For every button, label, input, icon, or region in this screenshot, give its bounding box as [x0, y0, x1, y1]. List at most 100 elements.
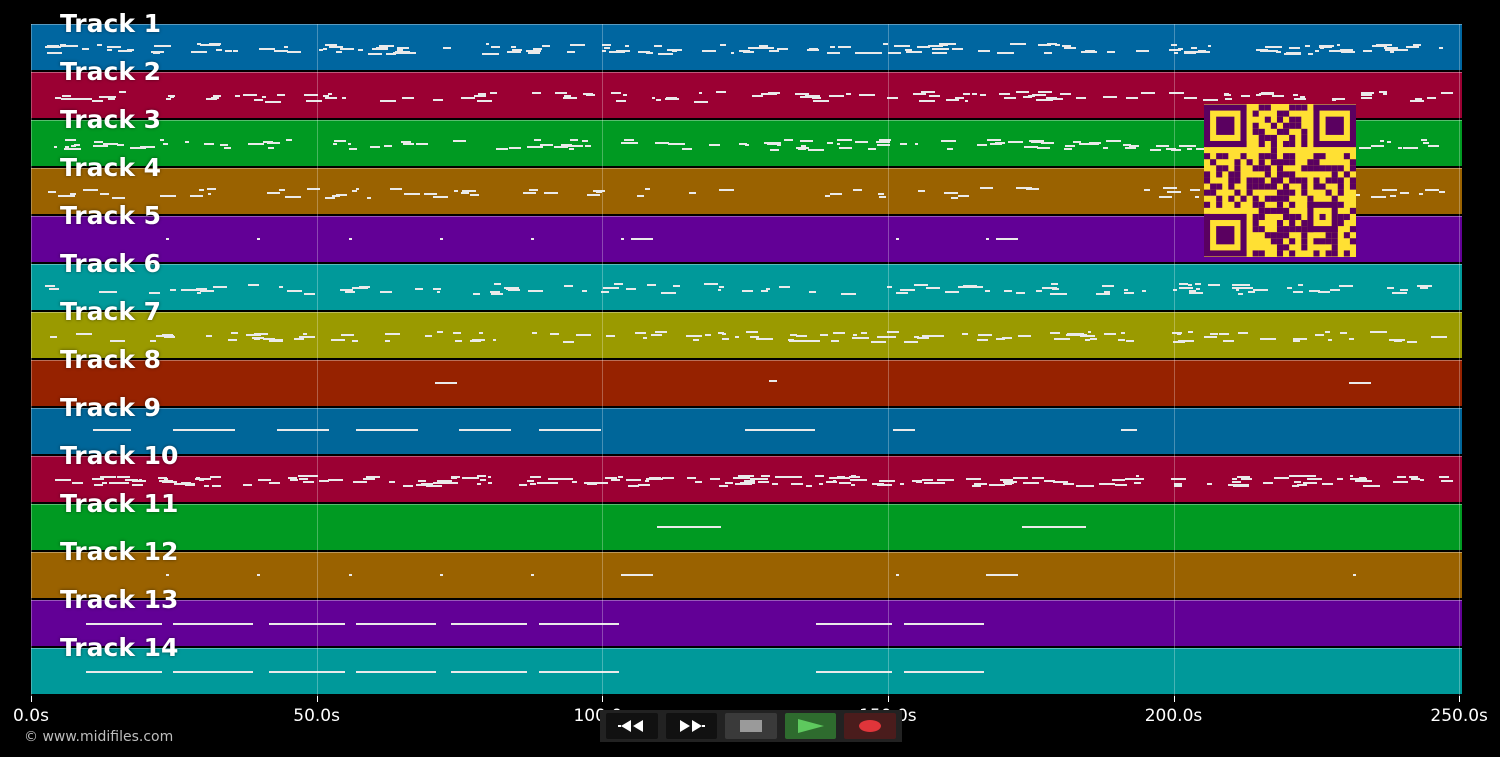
note-mark [539, 429, 601, 431]
note-mark [403, 484, 413, 487]
note-mark [1103, 290, 1111, 293]
note-mark [693, 339, 699, 342]
note-mark [293, 338, 304, 341]
note-mark [340, 48, 354, 51]
note-mark [646, 284, 656, 287]
note-mark [1087, 142, 1099, 145]
note-mark [131, 479, 146, 482]
track-lane-13[interactable] [31, 600, 1462, 646]
note-mark [879, 143, 890, 146]
track-label: Track 14 [60, 633, 179, 662]
note-mark [851, 483, 855, 486]
rewind-button[interactable] [606, 713, 658, 739]
note-mark [978, 50, 991, 53]
note-mark [940, 140, 956, 143]
note-mark [742, 290, 753, 293]
note-mark [415, 288, 423, 291]
note-mark [389, 481, 396, 484]
transport-controls [600, 710, 902, 742]
note-mark [549, 481, 559, 484]
track-lane-6[interactable] [31, 264, 1462, 310]
track-lane-1[interactable] [31, 24, 1462, 70]
note-mark [1188, 331, 1193, 334]
note-mark [621, 238, 624, 240]
note-mark [651, 96, 656, 99]
note-mark [836, 139, 853, 142]
note-mark [328, 92, 332, 95]
note-mark [996, 238, 1018, 240]
track-lane-7[interactable] [31, 312, 1462, 358]
note-mark [48, 287, 60, 290]
note-mark [709, 477, 721, 480]
note-mark [132, 484, 143, 487]
play-button[interactable] [784, 713, 837, 739]
note-mark [299, 478, 308, 481]
track-lane-10[interactable] [31, 456, 1462, 502]
note-mark [569, 139, 579, 142]
note-mark [486, 43, 490, 46]
note-mark [1241, 478, 1253, 481]
note-mark [978, 334, 992, 337]
note-mark [852, 336, 869, 339]
track-lane-11[interactable] [31, 504, 1462, 550]
note-mark [379, 100, 397, 103]
note-mark [62, 95, 71, 98]
note-mark [791, 483, 803, 486]
note-mark [1353, 574, 1356, 576]
note-mark [549, 333, 559, 336]
note-mark [1045, 97, 1057, 100]
note-mark [1064, 47, 1077, 50]
note-mark [636, 194, 645, 197]
note-mark [1248, 291, 1256, 294]
note-mark [189, 195, 203, 198]
note-mark [1419, 285, 1432, 288]
copyright-text: © www.midifiles.com [24, 729, 174, 745]
note-mark [1375, 43, 1393, 46]
note-mark [1293, 481, 1302, 484]
note-mark [461, 477, 479, 480]
note-mark [984, 290, 990, 293]
track-lane-14[interactable] [31, 648, 1462, 694]
fast-forward-button[interactable] [665, 713, 718, 739]
note-mark [1302, 481, 1318, 484]
x-tick-mark [1459, 696, 1461, 702]
note-mark [912, 92, 926, 95]
note-mark [470, 194, 480, 197]
note-mark [367, 196, 371, 199]
note-mark [567, 51, 575, 54]
note-mark [539, 671, 619, 673]
note-mark [637, 50, 651, 53]
x-tick-mark [316, 696, 318, 702]
note-mark [1337, 44, 1341, 47]
track-lane-9[interactable] [31, 408, 1462, 454]
note-mark [262, 95, 266, 98]
note-mark [769, 380, 777, 382]
note-mark [1306, 478, 1322, 481]
stop-button[interactable] [725, 713, 777, 739]
note-mark [886, 285, 893, 288]
note-mark [1336, 477, 1343, 480]
track-label: Track 6 [60, 249, 162, 278]
note-mark [749, 336, 759, 339]
track-lane-12[interactable] [31, 552, 1462, 598]
note-mark [1028, 95, 1036, 98]
note-mark [826, 142, 834, 145]
note-mark [1299, 475, 1316, 478]
note-mark [1050, 331, 1060, 334]
note-mark [932, 52, 948, 55]
record-button[interactable] [844, 713, 896, 739]
note-mark [1350, 475, 1354, 478]
track-lane-8[interactable] [31, 360, 1462, 406]
note-mark [1171, 477, 1187, 480]
note-mark [554, 91, 568, 94]
note-mark [617, 476, 624, 479]
note-mark [563, 97, 573, 100]
note-mark [776, 48, 788, 51]
note-mark [1118, 338, 1126, 341]
note-mark [433, 287, 441, 290]
note-mark [173, 429, 235, 431]
note-mark [936, 48, 950, 51]
note-mark [100, 192, 110, 195]
note-mark [102, 290, 118, 293]
note-mark [745, 331, 759, 334]
